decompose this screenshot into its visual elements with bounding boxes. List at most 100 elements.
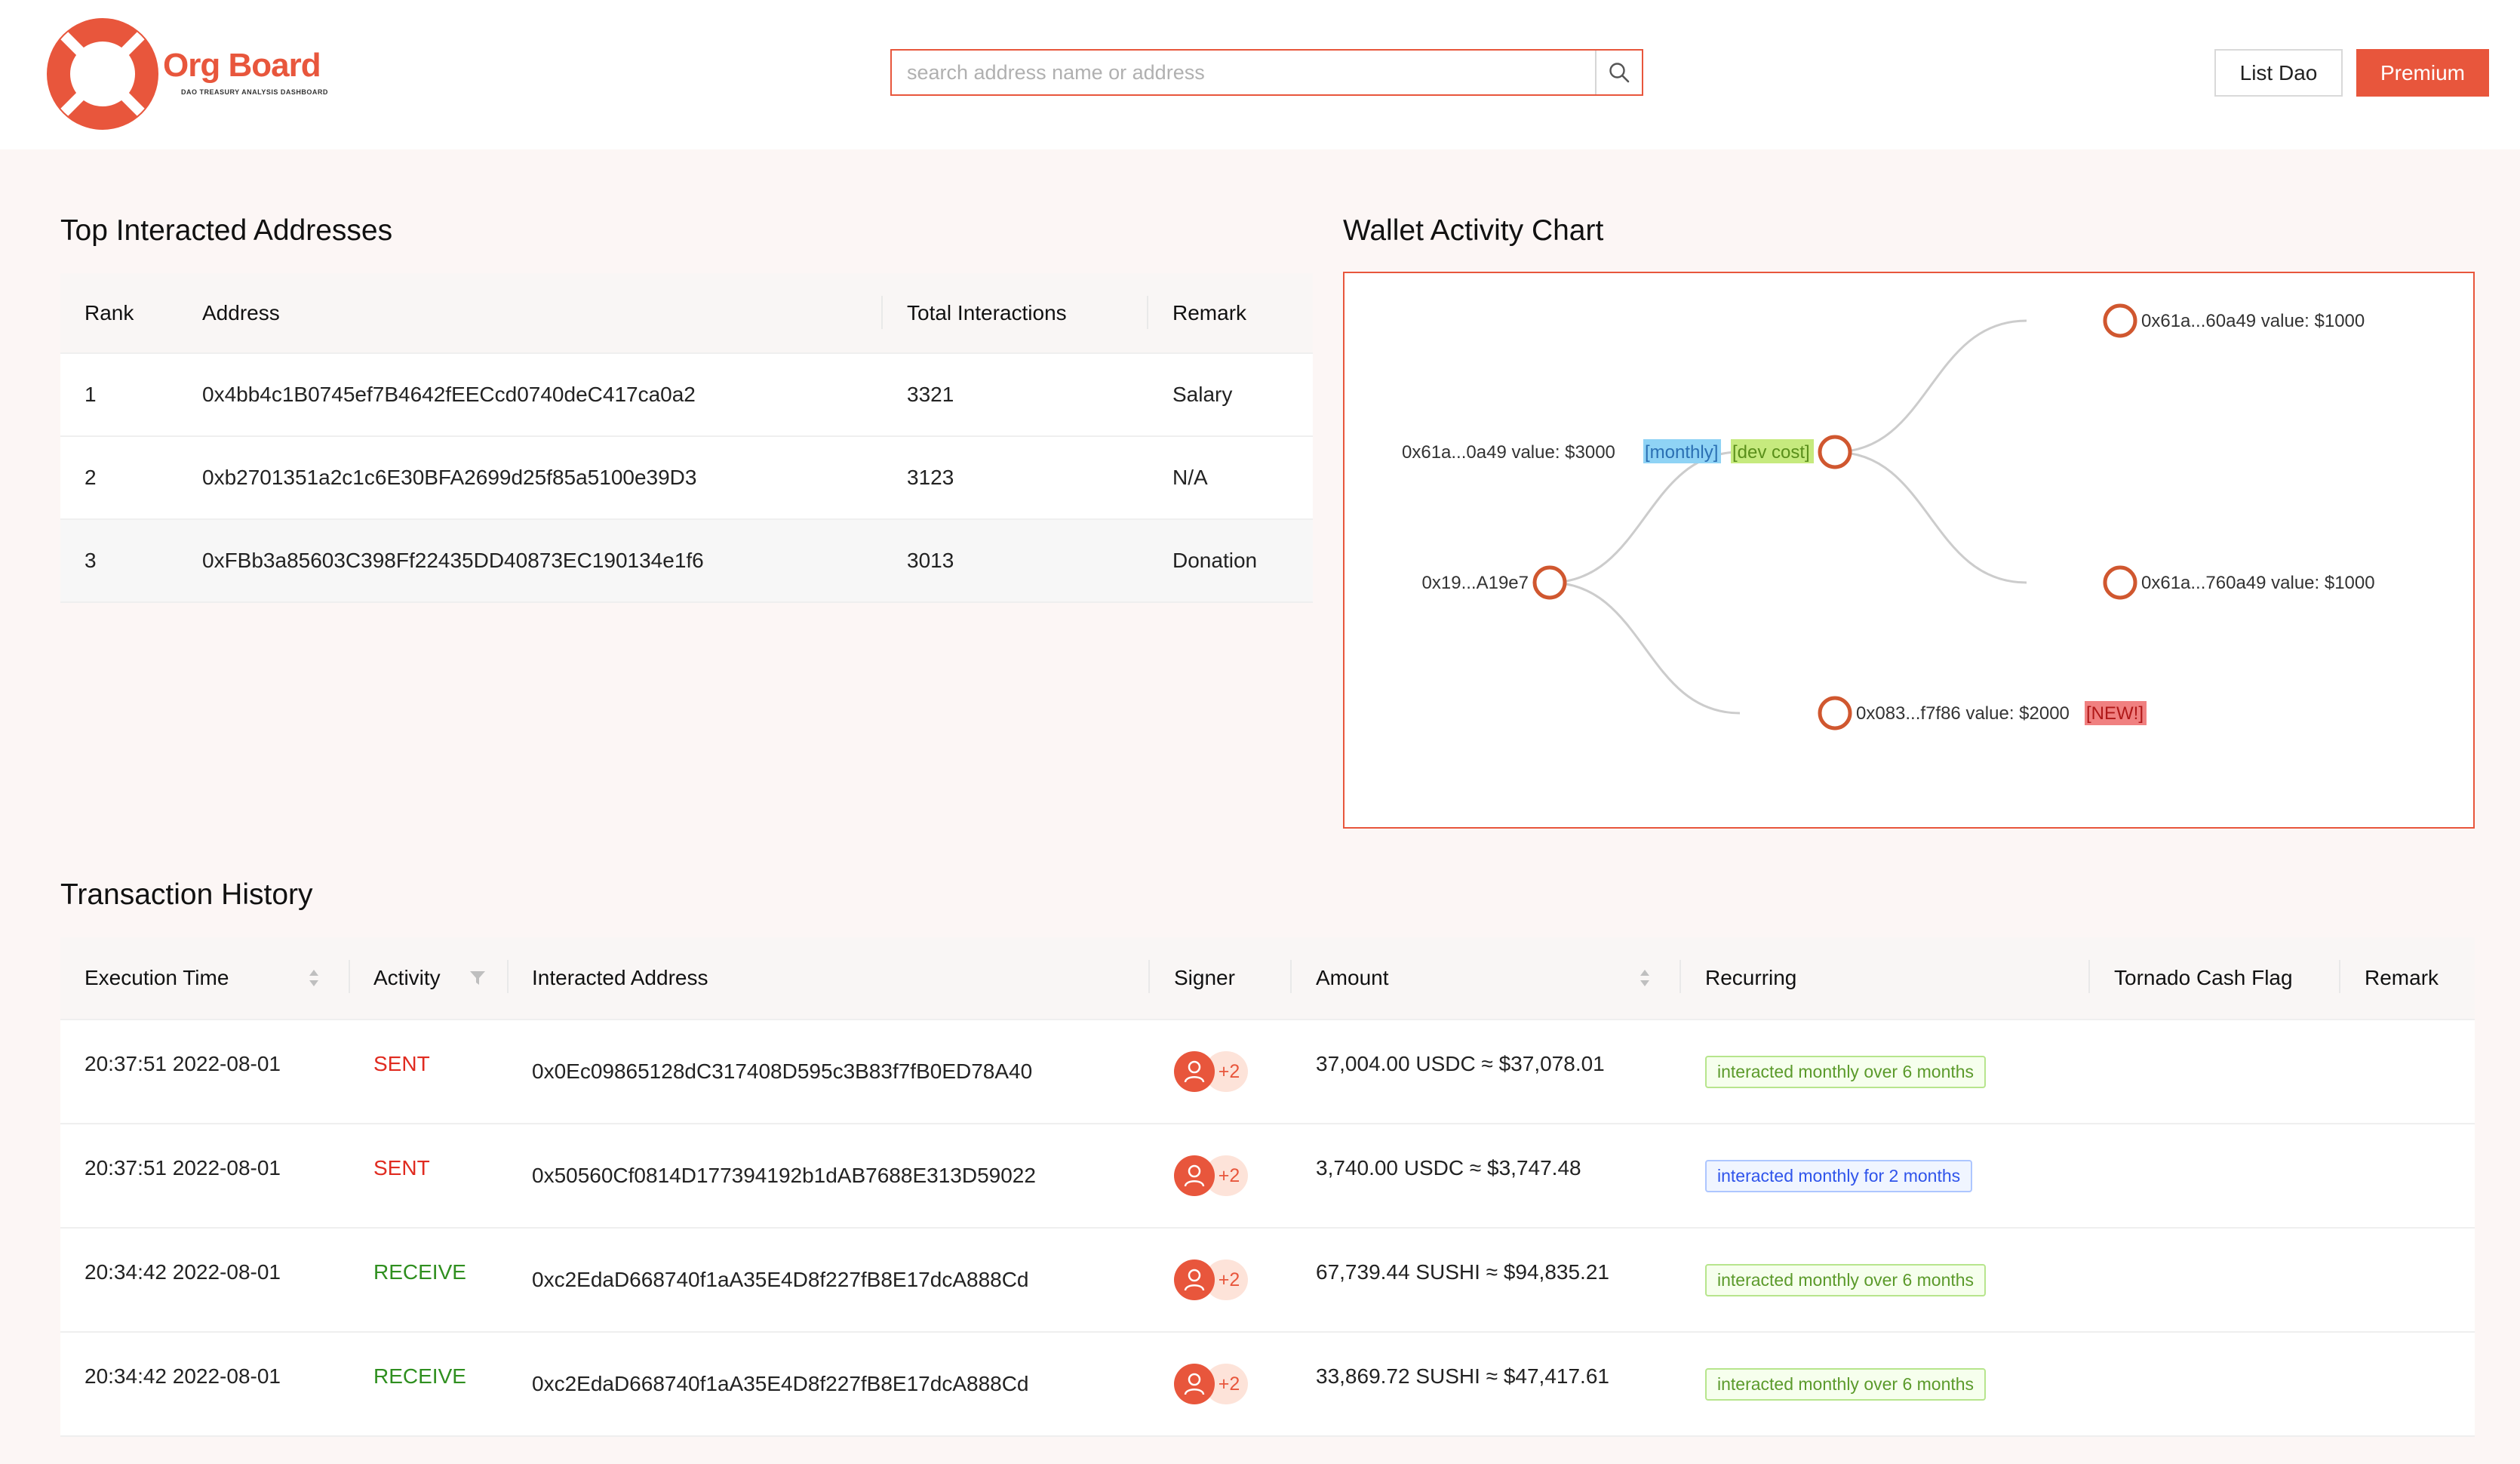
column-header-amount[interactable]: Amount xyxy=(1316,937,1389,1019)
avatar[interactable] xyxy=(1174,1259,1215,1300)
transaction-table: Execution Time Activity Interacted Addre… xyxy=(60,937,2475,1437)
graph-node[interactable] xyxy=(2103,303,2137,338)
top-addresses-title: Top Interacted Addresses xyxy=(60,214,393,247)
node-label: 0x19...A19e7 xyxy=(1422,573,1529,593)
search-icon xyxy=(1609,63,1630,83)
interacted-address-cell[interactable]: 0x50560Cf0814D177394192b1dAB7688E313D590… xyxy=(532,1124,1036,1227)
premium-button[interactable]: Premium xyxy=(2356,49,2489,97)
rank-cell: 1 xyxy=(85,383,97,406)
node-label: 0x61a...760a49 value: $1000 xyxy=(2141,573,2375,593)
column-divider xyxy=(881,296,883,329)
execution-time-cell: 20:34:42 2022-08-01 xyxy=(85,1260,281,1284)
filter-icon[interactable] xyxy=(469,937,486,1019)
graph-link xyxy=(1549,451,1741,584)
column-divider xyxy=(1147,296,1148,329)
avatar[interactable] xyxy=(1174,1155,1215,1196)
signer-avatars[interactable]: +2 xyxy=(1174,1257,1257,1303)
brand-name[interactable]: Org Board xyxy=(163,47,321,85)
execution-time-cell: 20:37:51 2022-08-01 xyxy=(85,1052,281,1075)
signer-cell[interactable]: +2 xyxy=(1174,1229,1257,1331)
interactions-cell: 3321 xyxy=(907,383,954,406)
recurring-cell: interacted monthly over 6 months xyxy=(1705,1020,1987,1123)
table-row[interactable]: 20:37:51 2022-08-01 SENT 0x50560Cf0814D1… xyxy=(60,1124,2475,1229)
recurring-tag: interacted monthly over 6 months xyxy=(1705,1263,1987,1296)
activity-cell: RECEIVE xyxy=(373,1364,466,1388)
wallet-chart-title: Wallet Activity Chart xyxy=(1343,214,1604,247)
signer-cell[interactable]: +2 xyxy=(1174,1124,1257,1227)
address-cell[interactable]: 0xFBb3a85603C398Ff22435DD40873EC190134e1… xyxy=(202,520,704,601)
remark-cell: N/A xyxy=(1172,466,1208,489)
table-row[interactable]: 3 0xFBb3a85603C398Ff22435DD40873EC190134… xyxy=(60,520,1313,603)
search-button[interactable] xyxy=(1595,51,1642,94)
node-label: 0x61a...60a49 value: $1000 xyxy=(2141,311,2365,331)
signer-cell[interactable]: +2 xyxy=(1174,1020,1257,1123)
graph-link xyxy=(1549,581,1741,715)
graph-node[interactable] xyxy=(2103,565,2137,600)
avatar[interactable] xyxy=(1174,1051,1215,1092)
table-row[interactable]: 20:37:51 2022-08-01 SENT 0x0Ec09865128dC… xyxy=(60,1020,2475,1124)
recurring-tag: interacted monthly for 2 months xyxy=(1705,1159,1973,1192)
amount-cell: 33,869.72 SUSHI ≈ $47,417.61 xyxy=(1316,1364,1609,1388)
column-header-total-interactions: Total Interactions xyxy=(907,300,1067,324)
address-cell[interactable]: 0x4bb4c1B0745ef7B4642fEECcd0740deC417ca0… xyxy=(202,354,696,435)
list-dao-button[interactable]: List Dao xyxy=(2214,49,2343,97)
execution-time-cell: 20:34:42 2022-08-01 xyxy=(85,1364,281,1388)
signer-avatars[interactable]: +2 xyxy=(1174,1049,1257,1094)
tag-dev-cost: [dev cost] xyxy=(1732,442,1810,463)
user-icon xyxy=(1184,1164,1205,1187)
remark-cell: Salary xyxy=(1172,383,1233,406)
column-header-execution-time[interactable]: Execution Time xyxy=(85,937,229,1019)
user-icon xyxy=(1184,1060,1205,1083)
graph-node[interactable] xyxy=(1532,565,1567,600)
brand-subtitle: DAO TREASURY ANALYSIS DASHBOARD xyxy=(181,88,328,96)
column-divider xyxy=(1290,960,1292,993)
activity-cell: SENT xyxy=(373,1052,430,1075)
node-label: 0x083...f7f86 value: $2000 xyxy=(1856,703,2070,724)
table-header: Rank Address Total Interactions Remark xyxy=(60,273,1313,354)
column-header-activity[interactable]: Activity xyxy=(373,937,441,1019)
recurring-tag: interacted monthly over 6 months xyxy=(1705,1367,1987,1401)
table-row[interactable]: 20:34:42 2022-08-01 RECEIVE 0xc2EdaD6687… xyxy=(60,1333,2475,1437)
recurring-cell: interacted monthly over 6 months xyxy=(1705,1333,1987,1435)
graph-node[interactable] xyxy=(1818,435,1852,469)
sort-icon[interactable] xyxy=(1639,937,1651,1019)
column-header-rank: Rank xyxy=(85,300,134,324)
address-cell[interactable]: 0xb2701351a2c1c6E30BFA2699d25f85a5100e39… xyxy=(202,437,696,518)
recurring-tag: interacted monthly over 6 months xyxy=(1705,1055,1987,1088)
interacted-address-cell[interactable]: 0x0Ec09865128dC317408D595c3B83f7fB0ED78A… xyxy=(532,1020,1032,1123)
signer-cell[interactable]: +2 xyxy=(1174,1333,1257,1435)
table-row[interactable]: 20:34:42 2022-08-01 RECEIVE 0xc2EdaD6687… xyxy=(60,1229,2475,1333)
lifebuoy-logo-icon[interactable] xyxy=(42,14,163,134)
user-icon xyxy=(1184,1373,1205,1395)
table-row[interactable]: 2 0xb2701351a2c1c6E30BFA2699d25f85a5100e… xyxy=(60,437,1313,520)
table-row[interactable]: 1 0x4bb4c1B0745ef7B4642fEECcd0740deC417c… xyxy=(60,354,1313,437)
graph-node[interactable] xyxy=(1818,696,1852,730)
execution-time-cell: 20:37:51 2022-08-01 xyxy=(85,1156,281,1180)
interacted-address-cell[interactable]: 0xc2EdaD668740f1aA35E4D8f227fB8E17dcA888… xyxy=(532,1229,1029,1331)
interacted-address-cell[interactable]: 0xc2EdaD668740f1aA35E4D8f227fB8E17dcA888… xyxy=(532,1333,1029,1435)
rank-cell: 3 xyxy=(85,549,97,572)
column-header-address: Address xyxy=(202,300,280,324)
signer-avatars[interactable]: +2 xyxy=(1174,1153,1257,1198)
column-header-signer: Signer xyxy=(1174,966,1235,989)
interactions-cell: 3123 xyxy=(907,466,954,489)
sort-icon[interactable] xyxy=(308,937,320,1019)
column-divider xyxy=(507,960,509,993)
column-header-remark: Remark xyxy=(1172,300,1247,324)
tree-graph: 0x19...A19e7 0x61a...0a49 value: $3000 [… xyxy=(1402,303,2375,730)
graph-link xyxy=(1834,319,2027,454)
avatar[interactable] xyxy=(1174,1364,1215,1404)
column-divider xyxy=(2088,960,2090,993)
activity-cell: RECEIVE xyxy=(373,1260,466,1284)
top-addresses-table: Rank Address Total Interactions Remark 1… xyxy=(60,273,1313,603)
column-divider xyxy=(1679,960,1681,993)
column-header-remark: Remark xyxy=(2365,966,2439,989)
rank-cell: 2 xyxy=(85,466,97,489)
column-header-tornado-cash-flag: Tornado Cash Flag xyxy=(2114,966,2293,989)
amount-cell: 3,740.00 USDC ≈ $3,747.48 xyxy=(1316,1156,1581,1180)
tag-monthly: [monthly] xyxy=(1645,442,1718,463)
search-input[interactable] xyxy=(892,51,1597,94)
signer-avatars[interactable]: +2 xyxy=(1174,1361,1257,1407)
node-label: 0x61a...0a49 value: $3000 xyxy=(1402,442,1615,463)
amount-cell: 67,739.44 SUSHI ≈ $94,835.21 xyxy=(1316,1260,1609,1284)
